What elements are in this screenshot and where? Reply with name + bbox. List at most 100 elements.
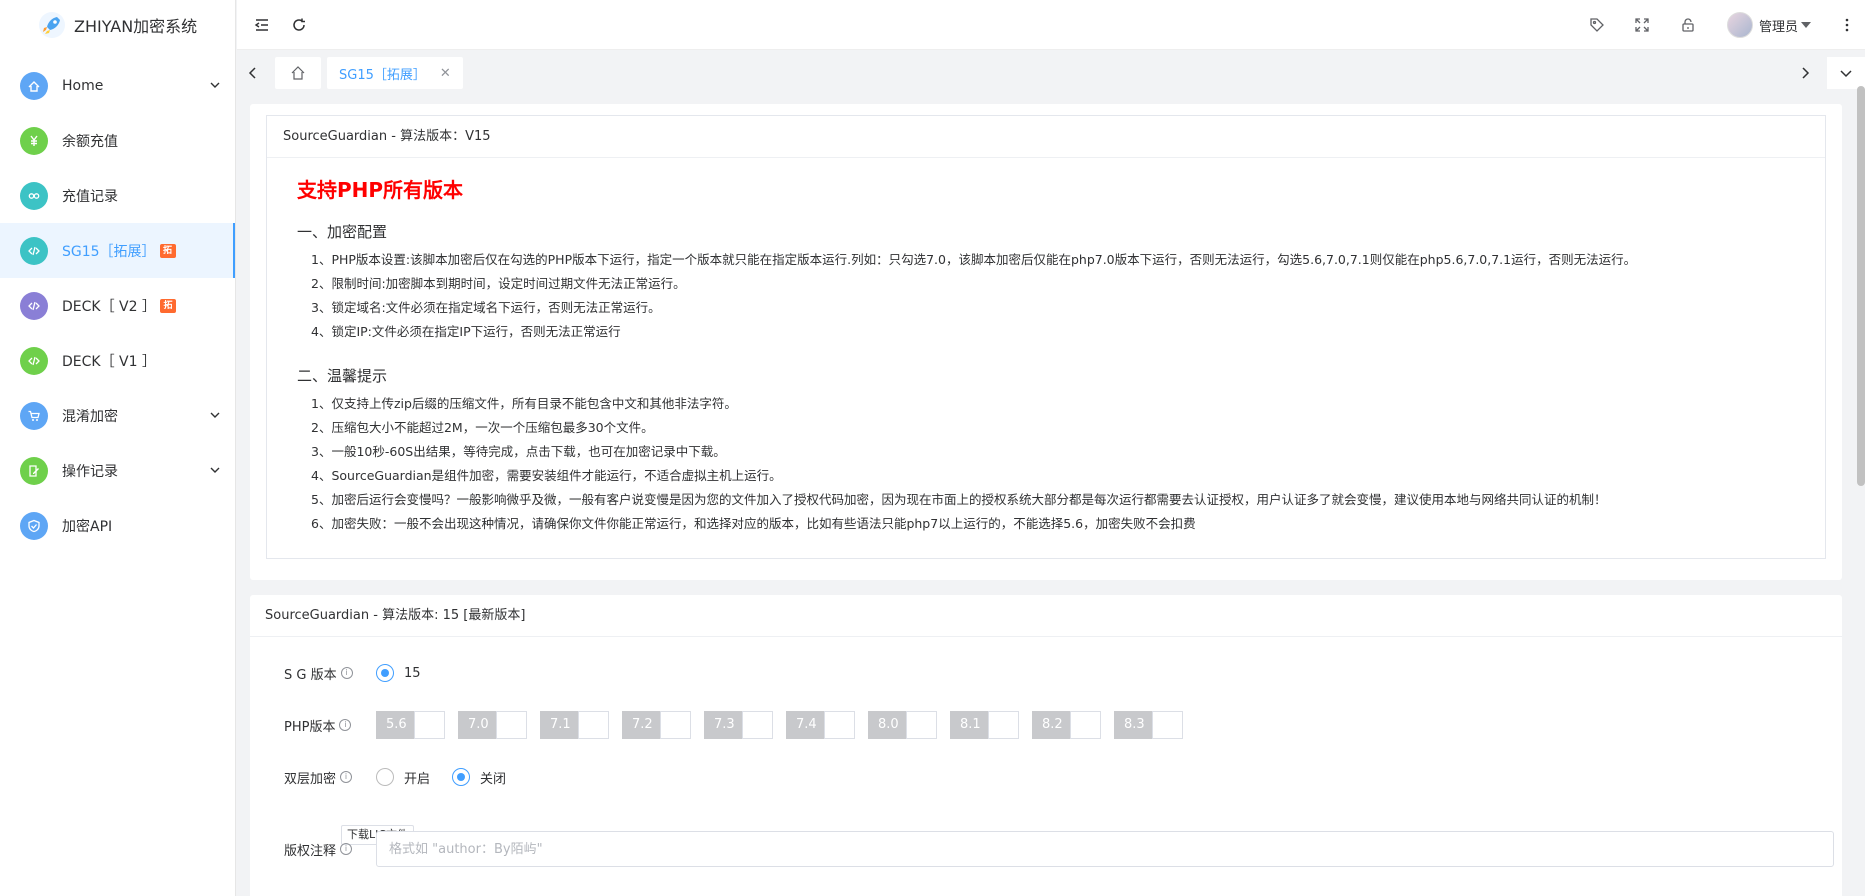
sidebar-item-label: DECK［ V2 ］ xyxy=(62,298,156,315)
double-encrypt-on-radio[interactable]: 开启 xyxy=(376,768,430,787)
tab-sg15[interactable]: SG15［拓展］ ✕ xyxy=(327,57,463,89)
copyright-input[interactable] xyxy=(376,831,1834,867)
chevron-down-icon xyxy=(210,412,220,418)
shield-icon xyxy=(20,511,48,540)
main-content: SourceGuardian - 算法版本：V15 支持PHP所有版本 一、加密… xyxy=(250,104,1842,896)
radio-unchecked xyxy=(376,768,394,786)
php-version-checkbox[interactable]: 5.6 xyxy=(376,711,445,739)
php-version-checkboxes: 5.6 7.0 7.1 7.2 7.3 7.4 8.0 8.1 8.2 8.3 xyxy=(376,711,1196,739)
sg-version-radio-15[interactable]: 15 xyxy=(376,664,421,682)
sidebar-item[interactable]: 操作记录 xyxy=(0,443,235,498)
lock-icon xyxy=(1682,18,1694,32)
info-line: 5、加密后运行会变慢吗？一般影响微乎及微，一般有客户说变慢是因为您的文件加入了授… xyxy=(311,492,1607,507)
tag-button[interactable] xyxy=(1587,15,1607,35)
collapse-menu-button[interactable] xyxy=(252,15,272,35)
php-version-checkbox[interactable]: 7.1 xyxy=(540,711,609,739)
sidebar-item[interactable]: Home xyxy=(0,58,235,113)
php-version-label: 8.0 xyxy=(868,711,906,739)
config-lines: 1、PHP版本设置:该脚本加密后仅在勾选的PHP版本下运行，指定一个版本就只能在… xyxy=(297,248,1825,344)
sidebar-item-label: 混淆加密 xyxy=(62,408,118,425)
tab-label: SG15［拓展］ xyxy=(339,67,426,83)
tags-dropdown-button[interactable] xyxy=(1827,57,1865,89)
lock-screen-button[interactable] xyxy=(1678,15,1698,35)
sidebar-item[interactable]: DECK［ V2 ］ 拓 xyxy=(0,278,235,333)
info-icon[interactable]: i xyxy=(340,667,353,679)
checkbox-box xyxy=(742,711,773,739)
home-icon xyxy=(291,66,305,80)
fullscreen-button[interactable] xyxy=(1632,15,1652,35)
php-version-checkbox[interactable]: 8.2 xyxy=(1032,711,1101,739)
info-line: 1、仅支持上传zip后缀的压缩文件，所有目录不能包含中文和其他非法字符。 xyxy=(311,396,737,411)
section-title-config: 一、加密配置 xyxy=(297,223,388,241)
copyright-label: 版权注释 i xyxy=(284,840,376,859)
radio-checked xyxy=(376,664,394,682)
logo[interactable]: ZHIYAN加密系统 xyxy=(0,0,235,50)
sidebar: ZHIYAN加密系统 Home 余额充值 充值记录 SG15［拓展］ 拓 DECK［ V2… xyxy=(0,0,236,896)
info-line: 3、一般10秒-60S出结果，等待完成，点击下载，也可在加密记录中下载。 xyxy=(311,444,726,459)
fullscreen-icon xyxy=(1635,18,1649,32)
app-title: ZHIYAN加密系统 xyxy=(74,17,198,36)
info-card-body: 支持PHP所有版本 一、加密配置 1、PHP版本设置:该脚本加密后仅在勾选的PH… xyxy=(267,158,1825,536)
top-header: 管理员 xyxy=(237,0,1865,50)
info-card-title: SourceGuardian - 算法版本：V15 xyxy=(267,116,1825,158)
sidebar-item-label: DECK［ V1 ］ xyxy=(62,353,156,370)
php-version-label: PHP版本 i xyxy=(284,716,376,735)
php-version-checkbox[interactable]: 7.3 xyxy=(704,711,773,739)
copyright-row: 版权注释 i xyxy=(284,823,1842,875)
chevron-down-icon xyxy=(210,82,220,88)
chevron-down-icon xyxy=(210,467,220,473)
more-button[interactable] xyxy=(1837,15,1857,35)
php-version-label: 7.2 xyxy=(622,711,660,739)
user-menu[interactable]: 管理员 xyxy=(1727,12,1812,38)
info-panel: SourceGuardian - 算法版本：V15 支持PHP所有版本 一、加密… xyxy=(250,104,1842,580)
chevron-right-icon xyxy=(1802,67,1810,79)
sidebar-item-label: 余额充值 xyxy=(62,133,118,150)
php-version-label: 8.1 xyxy=(950,711,988,739)
tags-bar: SG15［拓展］ ✕ xyxy=(237,50,1865,96)
code-icon xyxy=(20,346,48,375)
info-line: 2、压缩包大小不能超过2M，一次一个压缩包最多30个文件。 xyxy=(311,420,654,435)
sidebar-item[interactable]: 余额充值 xyxy=(0,113,235,168)
php-version-checkbox[interactable]: 8.3 xyxy=(1114,711,1183,739)
code-icon xyxy=(20,291,48,320)
php-version-checkbox[interactable]: 7.2 xyxy=(622,711,691,739)
username: 管理员 xyxy=(1759,19,1799,35)
sg-version-label: S G 版本 i xyxy=(284,664,376,683)
rocket-icon xyxy=(39,12,65,38)
sidebar-item[interactable]: 混淆加密 xyxy=(0,388,235,443)
php-version-checkbox[interactable]: 8.0 xyxy=(868,711,937,739)
info-icon[interactable]: i xyxy=(340,843,353,855)
checkbox-box xyxy=(414,711,445,739)
tags-scroll-right[interactable] xyxy=(1795,63,1815,83)
chevron-left-icon xyxy=(248,67,256,79)
info-card: SourceGuardian - 算法版本：V15 支持PHP所有版本 一、加密… xyxy=(266,115,1826,559)
double-encrypt-off-radio[interactable]: 关闭 xyxy=(452,768,506,787)
section-title-tips: 二、温馨提示 xyxy=(297,367,388,385)
sidebar-item-label: 加密API xyxy=(62,518,113,535)
radio-checked xyxy=(452,768,471,786)
sidebar-item[interactable]: 充值记录 xyxy=(0,168,235,223)
avatar xyxy=(1727,12,1753,38)
sidebar-item[interactable]: DECK［ V1 ］ xyxy=(0,333,235,388)
record-icon xyxy=(20,181,48,210)
info-line: 4、锁定IP:文件必须在指定IP下运行，否则无法正常运行 xyxy=(311,324,621,339)
checkbox-box xyxy=(578,711,609,739)
info-icon[interactable]: i xyxy=(340,771,353,783)
info-line: 6、加密失败：一般不会出现这种情况，请确保你文件你能正常运行，和选择对应的版本，… xyxy=(311,516,1196,531)
yen-icon xyxy=(20,126,48,155)
php-version-row: PHP版本 i 5.6 7.0 7.1 7.2 7.3 7.4 8.0 8.1 8.2 8.3 xyxy=(284,699,1842,751)
close-icon[interactable]: ✕ xyxy=(440,66,451,81)
info-icon[interactable]: i xyxy=(339,719,352,731)
sidebar-item[interactable]: SG15［拓展］ 拓 xyxy=(0,223,235,278)
php-version-checkbox[interactable]: 7.4 xyxy=(786,711,855,739)
php-version-checkbox[interactable]: 7.0 xyxy=(458,711,527,739)
tag-icon xyxy=(1590,18,1604,32)
refresh-button[interactable] xyxy=(289,15,309,35)
info-line: 2、限制时间:加密脚本到期时间，设定时间过期文件无法正常运行。 xyxy=(311,276,686,291)
tab-home[interactable] xyxy=(275,57,321,89)
tags-scroll-left[interactable] xyxy=(243,63,263,83)
page-scrollbar[interactable] xyxy=(1857,86,1865,486)
sidebar-item[interactable]: 加密API xyxy=(0,498,235,553)
double-encrypt-label: 双层加密 i xyxy=(284,768,376,787)
php-version-checkbox[interactable]: 8.1 xyxy=(950,711,1019,739)
